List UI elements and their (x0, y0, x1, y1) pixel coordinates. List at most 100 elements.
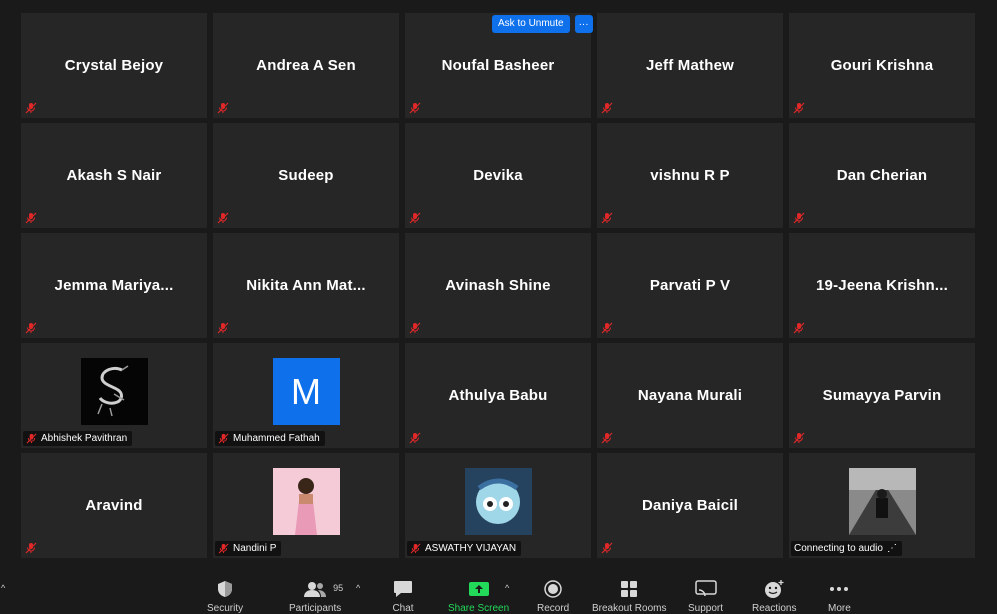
participant-name: Jemma Mariya... (54, 277, 174, 294)
participant-tile[interactable]: Sudeep (213, 123, 399, 228)
muted-mic-icon (409, 322, 421, 334)
cartoon-avatar-image (464, 468, 532, 535)
more-button[interactable]: More (828, 580, 851, 614)
share-screen-label: Share Screen (448, 603, 510, 614)
chat-button[interactable]: Chat (392, 580, 414, 614)
muted-mic-icon (217, 212, 229, 224)
chat-bubble-icon (392, 580, 414, 598)
participant-name: Athulya Babu (448, 387, 548, 404)
reactions-label: Reactions (752, 603, 797, 614)
participants-options-caret[interactable]: ^ (356, 583, 360, 593)
participant-tile[interactable]: Aravind (21, 453, 207, 558)
participant-name: Devika (473, 167, 523, 184)
muted-mic-icon (26, 433, 37, 444)
muted-mic-icon (601, 322, 613, 334)
muted-mic-icon (793, 102, 805, 114)
meeting-toolbar: ^ Security 95 Participants ^ Chat Share … (0, 570, 997, 614)
participant-name: Gouri Krishna (830, 57, 934, 74)
security-button[interactable]: Security (207, 580, 243, 614)
participant-name: Crystal Bejoy (64, 57, 164, 74)
participant-tile[interactable]: Nayana Murali (597, 343, 783, 448)
smiley-plus-icon (763, 580, 785, 598)
participant-name: Daniya Baicil (642, 497, 738, 514)
participant-tile[interactable]: Akash S Nair (21, 123, 207, 228)
muted-mic-icon (217, 102, 229, 114)
reactions-button[interactable]: Reactions (752, 580, 796, 614)
tile-more-options-button[interactable]: ··· (574, 15, 593, 33)
participant-tile[interactable]: Gouri Krishna (789, 13, 975, 118)
connecting-audio-status: Connecting to audio (794, 543, 883, 554)
muted-mic-icon (218, 433, 229, 444)
participant-tile[interactable]: Avinash Shine (405, 233, 591, 338)
participant-name: vishnu R P (650, 167, 730, 184)
participant-tile[interactable]: Daniya Baicil (597, 453, 783, 558)
participant-tile[interactable]: M Muhammed Fathah (213, 343, 399, 448)
record-button[interactable]: Record (537, 580, 569, 614)
participant-label: Nandini P (215, 541, 282, 556)
participant-tile[interactable]: Athulya Babu (405, 343, 591, 448)
participant-tile[interactable]: Dan Cherian (789, 123, 975, 228)
participant-tile[interactable]: Jemma Mariya... (21, 233, 207, 338)
muted-mic-icon (25, 102, 37, 114)
participant-label: Abhishek Pavithran (23, 431, 133, 446)
participant-tile[interactable]: Jeff Mathew (597, 13, 783, 118)
participant-tile[interactable]: Sumayya Parvin (789, 343, 975, 448)
participant-name: Nayana Murali (637, 387, 743, 404)
participant-tile[interactable]: Crystal Bejoy (21, 13, 207, 118)
participant-tile[interactable]: Nikita Ann Mat... (213, 233, 399, 338)
participant-name: Jeff Mathew (645, 57, 735, 74)
letter-avatar: M (272, 358, 340, 425)
muted-mic-icon (409, 432, 421, 444)
support-label: Support (688, 603, 724, 614)
muted-mic-icon (793, 212, 805, 224)
share-screen-button[interactable]: Share Screen (448, 580, 509, 614)
participant-name: Avinash Shine (445, 277, 551, 294)
participant-label: ASWATHY VIJAYAN (407, 541, 522, 556)
record-label: Record (537, 603, 570, 614)
participant-name: Noufal Basheer (441, 57, 555, 74)
support-screen-icon (694, 580, 717, 598)
participant-name: 19-Jeena Krishn... (816, 277, 948, 294)
ask-to-unmute-bar: Ask to Unmute ··· (492, 15, 593, 33)
participant-tile[interactable]: ASWATHY VIJAYAN (405, 453, 591, 558)
participant-tile[interactable]: Connecting to audio ⋰ (789, 453, 975, 558)
audio-options-caret[interactable]: ^ (1, 583, 5, 593)
muted-mic-icon (601, 432, 613, 444)
ask-to-unmute-button[interactable]: Ask to Unmute (492, 15, 570, 33)
participant-tile[interactable]: Parvati P V (597, 233, 783, 338)
participant-tile[interactable]: Nandini P (213, 453, 399, 558)
participant-name: Aravind (85, 497, 143, 514)
motorcycle-photo-avatar (848, 468, 916, 535)
participant-tile[interactable]: Abhishek Pavithran (21, 343, 207, 448)
muted-mic-icon (409, 102, 421, 114)
participants-button[interactable]: 95 Participants (289, 580, 344, 614)
participant-name: Muhammed Fathah (233, 433, 320, 444)
participant-name: Abhishek Pavithran (41, 433, 128, 444)
dragon-avatar-image (80, 358, 148, 425)
participants-label: Participants (289, 603, 342, 614)
muted-mic-icon (218, 543, 229, 554)
muted-mic-icon (410, 543, 421, 554)
share-options-caret[interactable]: ^ (505, 583, 509, 593)
participant-name: Nandini P (233, 543, 277, 554)
participant-tile[interactable]: Andrea A Sen (213, 13, 399, 118)
person-photo-avatar (272, 468, 340, 535)
share-screen-icon (468, 580, 490, 598)
chat-label: Chat (392, 603, 414, 614)
participant-name: Andrea A Sen (256, 57, 356, 74)
participant-tile[interactable]: vishnu R P (597, 123, 783, 228)
participant-label: Muhammed Fathah (215, 431, 325, 446)
participant-name: Sudeep (278, 167, 334, 184)
participant-name: ASWATHY VIJAYAN (425, 543, 517, 554)
muted-mic-icon (601, 542, 613, 554)
participant-name: Dan Cherian (836, 167, 928, 184)
muted-mic-icon (25, 322, 37, 334)
breakout-rooms-icon (618, 580, 640, 598)
participant-tile[interactable]: Devika (405, 123, 591, 228)
muted-mic-icon (409, 212, 421, 224)
participants-count: 95 (333, 583, 344, 593)
muted-mic-icon (25, 212, 37, 224)
breakout-rooms-button[interactable]: Breakout Rooms (592, 580, 666, 614)
support-button[interactable]: Support (688, 580, 723, 614)
participant-tile[interactable]: 19-Jeena Krishn... (789, 233, 975, 338)
